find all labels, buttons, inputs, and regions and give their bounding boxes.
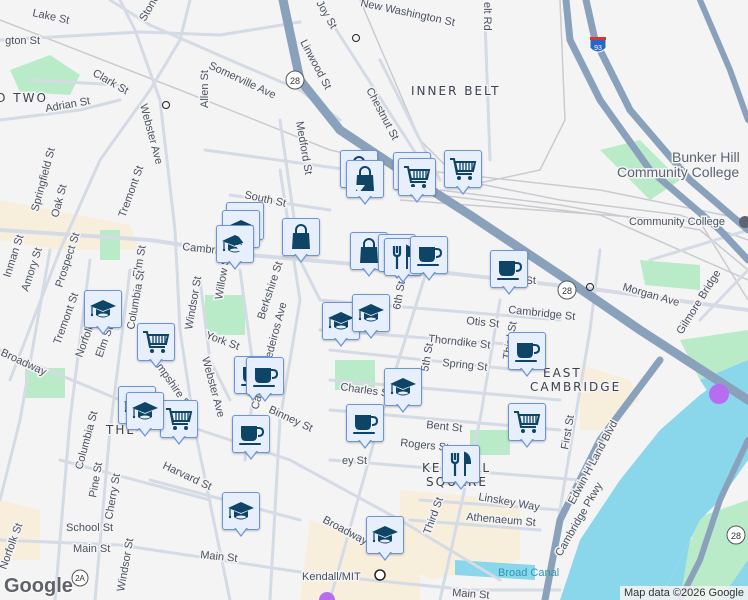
svg-text:28: 28	[562, 286, 572, 296]
museum-icon[interactable]	[709, 384, 729, 404]
cafe-icon	[237, 420, 265, 448]
svg-text:Main St: Main St	[73, 543, 110, 555]
svg-text:Spring St: Spring St	[442, 357, 488, 374]
grocery-icon	[513, 408, 541, 436]
school-icon	[357, 299, 385, 327]
svg-text:Thorndike St: Thorndike St	[428, 333, 491, 351]
cafe-icon	[415, 241, 443, 269]
svg-text:Columbia St: Columbia St	[73, 410, 100, 471]
grocery-marker[interactable]	[137, 323, 175, 368]
school-marker[interactable]	[384, 368, 422, 413]
cafe-marker[interactable]	[232, 415, 270, 460]
svg-text:Medford St: Medford St	[293, 120, 314, 175]
svg-text:Joy St: Joy St	[313, 0, 339, 31]
shopping-icon	[287, 223, 315, 251]
cafe-icon	[251, 362, 279, 390]
svg-text:Amory St: Amory St	[19, 246, 44, 293]
school-icon	[327, 307, 355, 335]
google-logo: Google	[4, 575, 73, 597]
shopping-marker[interactable]	[346, 160, 384, 205]
school-icon	[389, 373, 417, 401]
svg-text:INNER BELT: INNER BELT	[411, 84, 500, 98]
svg-text:Community College: Community College	[629, 216, 725, 228]
svg-text:28: 28	[731, 531, 741, 541]
grocery-icon	[449, 155, 477, 183]
school-marker[interactable]	[366, 516, 404, 561]
cafe-icon	[351, 409, 379, 437]
svg-text:ey St: ey St	[342, 455, 367, 467]
svg-text:Chestnut St: Chestnut St	[363, 86, 401, 142]
svg-text:Stone: Stone	[137, 0, 162, 24]
cafe-marker[interactable]	[410, 236, 448, 281]
grocery-icon	[165, 405, 193, 433]
restaurant-marker[interactable]	[442, 445, 480, 490]
school-marker[interactable]	[84, 290, 122, 335]
cafe-icon	[495, 255, 523, 283]
svg-text:School St: School St	[66, 522, 113, 534]
svg-text:elt Rd: elt Rd	[481, 2, 493, 31]
grocery-marker[interactable]	[444, 150, 482, 195]
svg-text:EAST: EAST	[543, 366, 582, 380]
svg-text:Bent St: Bent St	[426, 419, 463, 435]
svg-text:93: 93	[594, 45, 602, 52]
school-icon	[89, 295, 117, 323]
cafe-marker[interactable]	[490, 250, 528, 295]
svg-text:gton St: gton St	[5, 35, 40, 47]
svg-text:Community College: Community College	[617, 164, 739, 180]
grocery-marker[interactable]	[160, 400, 198, 445]
svg-text:O TWO: O TWO	[0, 91, 48, 105]
restaurant-icon	[447, 450, 475, 478]
school-marker[interactable]	[352, 294, 390, 339]
grocery-marker[interactable]	[508, 403, 546, 448]
svg-text:Cambridge St: Cambridge St	[508, 304, 576, 323]
svg-text:2A: 2A	[75, 574, 85, 583]
school-icon	[227, 497, 255, 525]
svg-text:Tremont St: Tremont St	[52, 291, 82, 346]
svg-text:Clark St: Clark St	[91, 67, 131, 97]
svg-text:Broad Canal: Broad Canal	[498, 567, 559, 579]
school-marker[interactable]	[222, 492, 260, 537]
svg-text:Main St: Main St	[200, 549, 238, 565]
svg-text:Tremont St: Tremont St	[117, 164, 147, 219]
svg-text:Lake St: Lake St	[31, 7, 70, 26]
svg-text:New Washington St: New Washington St	[359, 0, 456, 29]
svg-text:Kendall/MIT: Kendall/MIT	[302, 571, 361, 583]
svg-text:Otis St: Otis St	[466, 315, 500, 330]
svg-text:Bunker Hill: Bunker Hill	[672, 149, 740, 165]
svg-text:CAMBRIDGE: CAMBRIDGE	[530, 380, 621, 394]
svg-text:Broadway: Broadway	[0, 347, 49, 379]
map-attribution[interactable]: Map data ©2026 Google	[619, 586, 748, 600]
i93-shield: 93	[589, 37, 607, 53]
cafe-marker[interactable]	[346, 404, 384, 449]
svg-text:Binney St: Binney St	[267, 404, 315, 435]
school-icon	[371, 521, 399, 549]
svg-text:Main St: Main St	[452, 587, 490, 600]
shopping-marker[interactable]	[282, 218, 320, 263]
svg-text:28: 28	[290, 76, 300, 86]
svg-text:5th St: 5th St	[419, 342, 436, 372]
cafe-icon	[513, 337, 541, 365]
cafe-marker[interactable]	[508, 332, 546, 377]
svg-text:Windsor St: Windsor St	[183, 275, 204, 330]
cafe-marker[interactable]	[246, 357, 284, 402]
svg-text:Allen St: Allen St	[199, 70, 211, 108]
grocery-icon	[142, 328, 170, 356]
